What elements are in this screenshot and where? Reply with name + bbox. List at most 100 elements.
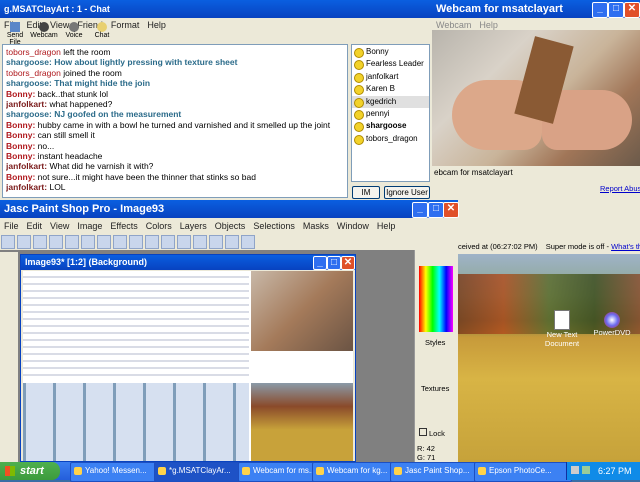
script-icon[interactable] xyxy=(225,235,239,249)
buddy-item[interactable]: pennyi xyxy=(352,108,429,121)
color-spectrum[interactable] xyxy=(419,266,453,332)
buddy-item[interactable]: Fearless Leader xyxy=(352,58,429,71)
psp-menu-colors[interactable]: Colors xyxy=(146,221,172,231)
psp-menu-masks[interactable]: Masks xyxy=(303,221,329,231)
whats-this-link[interactable]: What's this? xyxy=(611,242,640,251)
voice-icon xyxy=(69,22,79,32)
image-window: Image93* [1:2] (Background) _ □ ✕ xyxy=(20,254,356,462)
report-abuse-link[interactable]: Report Abuse xyxy=(600,184,640,193)
psp-menu-view[interactable]: View xyxy=(50,221,69,231)
chat-line: Bonny: can still smell it xyxy=(6,130,95,141)
send-file-button[interactable]: Send File xyxy=(2,22,28,46)
psp-menu-objects[interactable]: Objects xyxy=(215,221,246,231)
copy-icon[interactable] xyxy=(97,235,111,249)
lock-checkbox[interactable]: Lock xyxy=(419,428,445,438)
buddy-item[interactable]: janfolkart xyxy=(352,71,429,84)
webcam-titlebar[interactable]: Webcam for msatclayart _ □ ✕ xyxy=(432,0,640,18)
chat-line: tobors_dragon joined the room xyxy=(6,67,122,78)
chat-line: janfolkart: What did he varnish it with? xyxy=(6,161,154,172)
close-button[interactable]: ✕ xyxy=(624,2,640,18)
psp-menu-image[interactable]: Image xyxy=(77,221,102,231)
psp-menu-layers[interactable]: Layers xyxy=(180,221,207,231)
webcam-menu-help[interactable]: Help xyxy=(479,20,498,30)
chat-line: Bonny: hubby came in with a bowl he turn… xyxy=(6,119,331,130)
buddy-list[interactable]: Bonny Fearless Leader janfolkart Karen B… xyxy=(351,44,430,182)
overview-icon[interactable] xyxy=(209,235,223,249)
nested-desktop xyxy=(251,383,353,461)
desktop-icon-powerdvd[interactable]: PowerDVD xyxy=(592,312,632,337)
styles-label: Styles xyxy=(425,338,446,347)
maximize-button[interactable]: □ xyxy=(608,2,624,18)
browse-icon[interactable] xyxy=(145,235,159,249)
buddy-item[interactable]: shargoose xyxy=(352,120,429,133)
g-value: G: 71 xyxy=(417,453,436,462)
lock-box xyxy=(419,428,427,436)
layers-icon[interactable] xyxy=(177,235,191,249)
psp-title: Jasc Paint Shop Pro - Image93 xyxy=(4,203,165,215)
histogram-icon[interactable] xyxy=(161,235,175,249)
minimize-button[interactable]: _ xyxy=(592,2,608,18)
cut-icon[interactable] xyxy=(81,235,95,249)
send-file-icon xyxy=(10,22,20,32)
close-button[interactable]: ✕ xyxy=(341,256,355,270)
minimize-button[interactable]: _ xyxy=(313,256,327,270)
help-icon[interactable] xyxy=(241,235,255,249)
minimize-button[interactable]: _ xyxy=(412,202,428,218)
chat-line: Bonny: not sure...it might have been the… xyxy=(6,171,256,182)
buddy-item[interactable]: tobors_dragon xyxy=(352,133,429,146)
psp-window: Jasc Paint Shop Pro - Image93 _ □ ✕ File… xyxy=(0,200,459,462)
close-button[interactable]: ✕ xyxy=(443,202,459,218)
voice-button[interactable]: Voice xyxy=(62,22,86,39)
psp-menu-window[interactable]: Window xyxy=(337,221,369,231)
chat-titlebar[interactable]: g.MSATClayArt : 1 - Chat xyxy=(0,0,432,18)
webcam-window: Webcam for msatclayart _ □ ✕ Webcam Help … xyxy=(432,0,640,240)
undo-icon[interactable] xyxy=(49,235,63,249)
tray-icon[interactable] xyxy=(581,466,590,474)
desktop-wallpaper xyxy=(458,254,640,462)
psp-menu-edit[interactable]: Edit xyxy=(27,221,43,231)
webcam-menu-webcam[interactable]: Webcam xyxy=(436,20,471,30)
buddy-item[interactable]: Bonny xyxy=(352,46,429,59)
desktop-icon-text-doc[interactable]: New Text Document xyxy=(540,310,584,348)
palette-icon[interactable] xyxy=(193,235,207,249)
nested-screenshot xyxy=(23,271,353,461)
maximize-button[interactable]: □ xyxy=(428,202,444,218)
chat-log: tobors_dragon left the room shargoose: H… xyxy=(2,44,348,198)
psp-menu-file[interactable]: File xyxy=(4,221,19,231)
desktop-icon-label: New Text Document xyxy=(544,330,580,348)
maximize-button[interactable]: □ xyxy=(327,256,341,270)
start-button[interactable]: start xyxy=(0,462,60,480)
psp-titlebar[interactable]: Jasc Paint Shop Pro - Image93 _ □ ✕ xyxy=(0,200,459,218)
chat-line: Bonny: back..that stunk lol xyxy=(6,88,109,99)
zoom-icon[interactable] xyxy=(129,235,143,249)
chat-line: janfolkart: LOL xyxy=(6,182,66,193)
color-palette-panel: Styles Textures Lock R: 42 G: 71 xyxy=(414,250,458,462)
open-icon[interactable] xyxy=(17,235,31,249)
taskbar-item-epson[interactable]: Epson PhotoCe... xyxy=(474,462,572,482)
im-button[interactable]: IM xyxy=(352,186,380,199)
chat-button[interactable]: Chat xyxy=(90,22,114,39)
redo-icon[interactable] xyxy=(65,235,79,249)
desktop-icon-label: PowerDVD xyxy=(593,328,631,337)
new-icon[interactable] xyxy=(1,235,15,249)
buddy-item[interactable]: kgedrich xyxy=(352,95,429,109)
chat-line: shargoose: How about lightly pressing wi… xyxy=(6,57,238,68)
nested-psp xyxy=(23,383,249,461)
psp-menu-effects[interactable]: Effects xyxy=(110,221,137,231)
tool-strip xyxy=(0,252,18,462)
webcam-button[interactable]: Webcam xyxy=(30,22,58,39)
psp-menu-selections[interactable]: Selections xyxy=(253,221,295,231)
image-titlebar[interactable]: Image93* [1:2] (Background) _ □ ✕ xyxy=(21,255,355,270)
windows-logo-icon xyxy=(5,466,15,476)
webcam-title: Webcam for msatclayart xyxy=(436,3,563,15)
paste-icon[interactable] xyxy=(113,235,127,249)
r-value: R: 42 xyxy=(417,444,435,453)
received-text: ceived at (06:27:02 PM) xyxy=(458,242,538,251)
buddy-item[interactable]: Karen B xyxy=(352,83,429,96)
ignore-user-button[interactable]: Ignore User xyxy=(384,186,430,199)
textures-label: Textures xyxy=(421,384,450,393)
psp-menu-help[interactable]: Help xyxy=(377,221,396,231)
tray-icon[interactable] xyxy=(571,466,579,474)
clock: 6:27 PM xyxy=(598,466,632,476)
save-icon[interactable] xyxy=(33,235,47,249)
